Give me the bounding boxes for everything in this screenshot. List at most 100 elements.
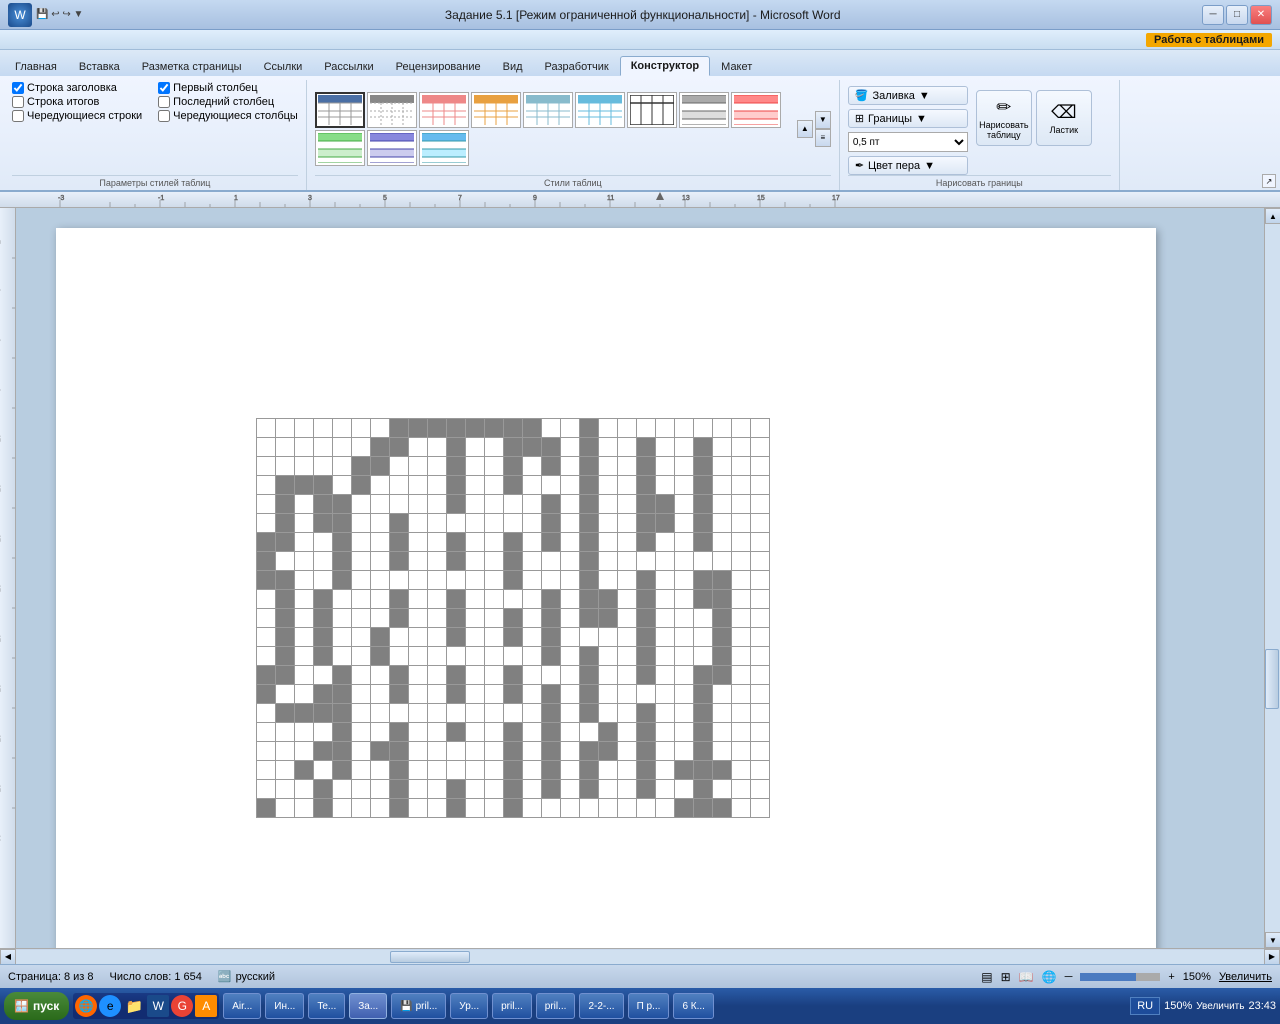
tab-review[interactable]: Рецензирование bbox=[385, 57, 492, 76]
view-layout-btn[interactable]: ⊞ bbox=[1001, 970, 1011, 984]
pixel-cell bbox=[447, 571, 466, 590]
tray-zoom[interactable]: 150% bbox=[1164, 1000, 1192, 1012]
zoom-slider[interactable] bbox=[1080, 973, 1160, 981]
pixel-cell bbox=[390, 742, 409, 761]
pixel-cell bbox=[656, 685, 675, 704]
zoom-percent-btn[interactable]: Увеличить bbox=[1219, 971, 1272, 983]
taskbar-icon-folder[interactable]: 📁 bbox=[123, 995, 145, 1017]
style-thumb-3[interactable] bbox=[419, 92, 469, 128]
taskbar-btn-air[interactable]: Air... bbox=[223, 993, 261, 1019]
tray-lang[interactable]: RU bbox=[1130, 997, 1160, 1015]
scroll-track-v[interactable] bbox=[1265, 224, 1280, 932]
pixel-cell bbox=[580, 742, 599, 761]
pixel-cell bbox=[751, 571, 770, 590]
pixel-cell bbox=[580, 590, 599, 609]
pixel-cell bbox=[428, 571, 447, 590]
taskbar-btn-za[interactable]: За... bbox=[349, 993, 387, 1019]
first-column-checkbox[interactable]: Первый столбец bbox=[158, 82, 298, 94]
gallery-more[interactable]: ≡ bbox=[815, 129, 831, 147]
view-web-btn[interactable]: 🌐 bbox=[1042, 970, 1057, 984]
style-thumb-11[interactable] bbox=[367, 130, 417, 166]
style-thumb-12[interactable] bbox=[419, 130, 469, 166]
close-btn[interactable]: ✕ bbox=[1250, 5, 1272, 25]
tab-page-layout[interactable]: Разметка страницы bbox=[131, 57, 253, 76]
style-thumb-10[interactable] bbox=[315, 130, 365, 166]
scroll-track-h[interactable] bbox=[16, 950, 1264, 964]
maximize-btn[interactable]: □ bbox=[1226, 5, 1248, 25]
header-row-checkbox[interactable]: Строка заголовка bbox=[12, 82, 142, 94]
view-normal-btn[interactable]: ▤ bbox=[981, 970, 992, 984]
total-row-checkbox[interactable]: Строка итогов bbox=[12, 96, 142, 108]
style-thumb-2[interactable] bbox=[367, 92, 417, 128]
tab-insert[interactable]: Вставка bbox=[68, 57, 131, 76]
ribbon-expand-btn[interactable]: ↗ bbox=[1262, 174, 1276, 188]
scroll-thumb-v[interactable] bbox=[1265, 649, 1279, 709]
pixel-cell bbox=[485, 533, 504, 552]
style-thumb-1[interactable] bbox=[315, 92, 365, 128]
ribbon-section-style-options: Строка заголовка Строка итогов Чередующи… bbox=[4, 80, 307, 190]
taskbar-icon-word[interactable]: W bbox=[147, 995, 169, 1017]
eraser-btn[interactable]: ⌫ Ластик bbox=[1036, 90, 1092, 146]
tab-home[interactable]: Главная bbox=[4, 57, 68, 76]
taskbar-icon-browser[interactable]: 🌐 bbox=[75, 995, 97, 1017]
tab-references[interactable]: Ссылки bbox=[253, 57, 314, 76]
taskbar-icon-google[interactable]: G bbox=[171, 995, 193, 1017]
style-thumb-9[interactable] bbox=[731, 92, 781, 128]
style-thumb-7[interactable] bbox=[627, 92, 677, 128]
pixel-cell bbox=[675, 552, 694, 571]
borders-btn[interactable]: ⊞ Границы ▼ bbox=[848, 109, 968, 128]
taskbar-btn-pr[interactable]: П р... bbox=[628, 993, 670, 1019]
language-status: 🔤 русский bbox=[218, 970, 275, 983]
style-thumb-4[interactable] bbox=[471, 92, 521, 128]
pixel-cell bbox=[713, 685, 732, 704]
taskbar-icon-ie[interactable]: e bbox=[99, 995, 121, 1017]
scroll-thumb-h[interactable] bbox=[390, 951, 470, 963]
style-thumb-8[interactable] bbox=[679, 92, 729, 128]
pen-color-btn[interactable]: ✒ Цвет пера ▼ bbox=[848, 156, 968, 175]
pixel-cell bbox=[523, 704, 542, 723]
taskbar-btn-pril1[interactable]: pril... bbox=[492, 993, 532, 1019]
taskbar-btn-in[interactable]: Ин... bbox=[265, 993, 304, 1019]
draw-table-btn[interactable]: ✏ Нарисовать таблицу bbox=[976, 90, 1032, 146]
document-area[interactable] bbox=[16, 208, 1264, 948]
gallery-scroll-up[interactable]: ▲ bbox=[797, 120, 813, 138]
start-button[interactable]: 🪟 пуск bbox=[4, 992, 69, 1020]
tab-developer[interactable]: Разработчик bbox=[534, 57, 620, 76]
horizontal-scrollbar[interactable]: ◀ ▶ bbox=[0, 948, 1280, 964]
scroll-left-btn[interactable]: ◀ bbox=[0, 949, 16, 965]
fill-btn[interactable]: 🪣 Заливка ▼ bbox=[848, 86, 968, 105]
banded-columns-checkbox[interactable]: Чередующиеся столбцы bbox=[158, 110, 298, 122]
pixel-cell bbox=[580, 780, 599, 799]
line-width-select[interactable]: 0,5 пт 1 пт 1,5 пт bbox=[848, 132, 968, 152]
pixel-cell bbox=[542, 495, 561, 514]
banded-rows-checkbox[interactable]: Чередующиеся строки bbox=[12, 110, 142, 122]
tab-constructor[interactable]: Конструктор bbox=[620, 56, 710, 76]
zoom-in-btn[interactable]: + bbox=[1168, 971, 1174, 983]
pixel-cell bbox=[599, 590, 618, 609]
vertical-scrollbar[interactable]: ▲ ▼ bbox=[1264, 208, 1280, 948]
view-reading-btn[interactable]: 📖 bbox=[1019, 970, 1034, 984]
gallery-scroll-down[interactable]: ▼ bbox=[815, 111, 831, 129]
scroll-right-btn[interactable]: ▶ bbox=[1264, 949, 1280, 965]
pixel-cell bbox=[694, 590, 713, 609]
tray-increase[interactable]: Увеличить bbox=[1196, 1001, 1244, 1012]
taskbar-btn-ur[interactable]: Ур... bbox=[450, 993, 488, 1019]
tab-view[interactable]: Вид bbox=[492, 57, 534, 76]
tab-layout[interactable]: Макет bbox=[710, 57, 763, 76]
taskbar-icon-app[interactable]: A bbox=[195, 995, 217, 1017]
minimize-btn[interactable]: ─ bbox=[1202, 5, 1224, 25]
taskbar-btn-6k[interactable]: 6 К... bbox=[673, 993, 714, 1019]
tab-mailings[interactable]: Рассылки bbox=[313, 57, 384, 76]
pixel-cell bbox=[409, 552, 428, 571]
taskbar-btn-te[interactable]: Te... bbox=[308, 993, 345, 1019]
style-thumb-5[interactable] bbox=[523, 92, 573, 128]
scroll-down-btn[interactable]: ▼ bbox=[1265, 932, 1280, 948]
taskbar-btn-tot[interactable]: 💾 pril... bbox=[391, 993, 446, 1019]
zoom-out-btn[interactable]: ─ bbox=[1065, 971, 1073, 983]
taskbar-btn-pril2[interactable]: pril... bbox=[536, 993, 576, 1019]
pixel-cell bbox=[656, 647, 675, 666]
style-thumb-6[interactable] bbox=[575, 92, 625, 128]
scroll-up-btn[interactable]: ▲ bbox=[1265, 208, 1280, 224]
last-column-checkbox[interactable]: Последний столбец bbox=[158, 96, 298, 108]
taskbar-btn-2-2[interactable]: 2-2-... bbox=[579, 993, 623, 1019]
